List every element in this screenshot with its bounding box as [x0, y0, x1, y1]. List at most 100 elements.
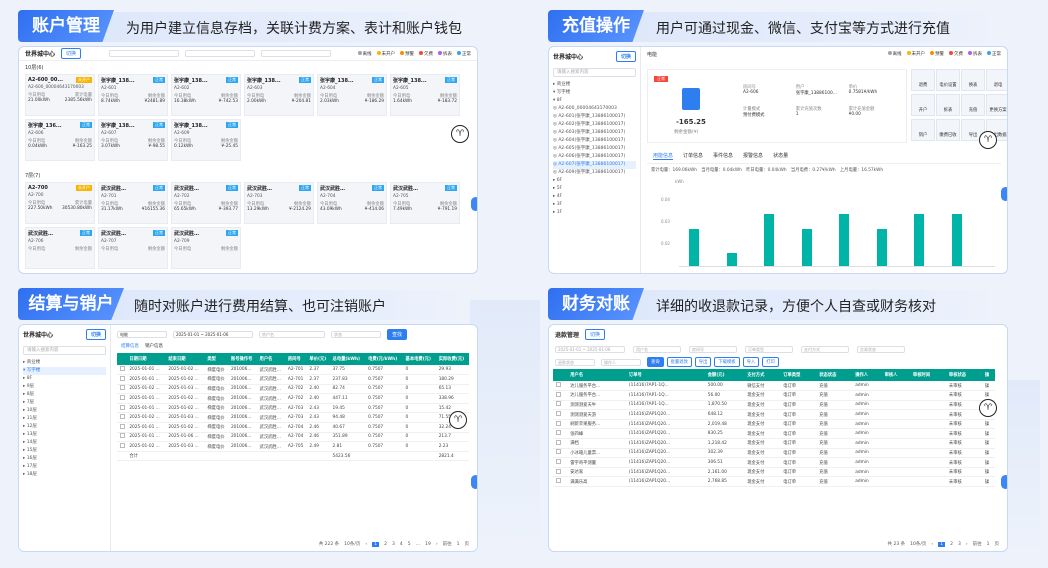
- table-row[interactable]: 满满乐高 (11416)ZAP1Q20... 2,768.85 现金支付 电订单 充值 ad…: [553, 476, 995, 488]
- meter-card[interactable]: 张宇康_138... 正常 A2-605 今日用电 剩余金额 1.64kWh ¥-183.7…: [390, 74, 460, 116]
- collapse-handle[interactable]: [471, 197, 477, 211]
- column-header[interactable]: 基本电费(元): [402, 353, 436, 365]
- column-header[interactable]: 用户名: [567, 369, 626, 381]
- tree-node[interactable]: ▸ 14层: [23, 439, 106, 447]
- checkbox[interactable]: [120, 366, 125, 372]
- checkbox[interactable]: [120, 375, 125, 381]
- action-button[interactable]: 缴费已收: [936, 119, 960, 141]
- tree-node[interactable]: ▸ 10层: [23, 407, 106, 415]
- row-checkbox[interactable]: [117, 403, 127, 414]
- column-header[interactable]: 审核时间: [909, 369, 946, 381]
- tree-node[interactable]: ◎ A2-605(张宇康_13886100017): [553, 145, 636, 153]
- page-number[interactable]: 2: [950, 542, 953, 547]
- table-row[interactable]: 测测测爱天游 (11416)ZAP1Q20... 648.12 现金支付 电订单 充值 ad…: [553, 409, 995, 420]
- type-select[interactable]: 电能: [117, 330, 167, 338]
- checkbox[interactable]: [120, 385, 125, 391]
- refund-status-select[interactable]: 退款状态: [555, 358, 595, 366]
- row-checkbox[interactable]: [553, 448, 568, 459]
- tree-node[interactable]: ◎ A2-601(张宇康_13886100017): [553, 113, 636, 121]
- table-row[interactable]: 达儿服务平台... (11416)7AP1-1Q... 500.00 微信支付 电订单充…: [553, 381, 995, 392]
- checkbox[interactable]: [120, 395, 125, 401]
- column-header[interactable]: 用户名: [256, 353, 285, 365]
- toolbar-button[interactable]: 打印: [762, 357, 779, 367]
- page-number[interactable]: 1: [372, 541, 380, 547]
- meter-card[interactable]: A2-700 未开户 A2-700 今日用电 累计电量 227.50kWh 30530.80…: [25, 182, 95, 224]
- tree-node[interactable]: ▸ 11层: [23, 415, 106, 423]
- switch-button[interactable]: 切换: [615, 51, 636, 62]
- action-button[interactable]: 充值: [961, 94, 985, 116]
- tab-energy[interactable]: 用能信息: [653, 152, 674, 160]
- toolbar-button[interactable]: 批量退款: [666, 357, 692, 367]
- page-size-select[interactable]: 10条/页: [344, 541, 360, 547]
- search-input[interactable]: 请输入搜索内容: [553, 68, 636, 77]
- checkbox[interactable]: [556, 382, 561, 388]
- checkbox[interactable]: [120, 423, 125, 429]
- tree-node[interactable]: ▸ 15层: [23, 447, 106, 455]
- search-button[interactable]: 查找: [387, 328, 408, 340]
- switch-button[interactable]: 切换: [85, 329, 106, 340]
- meter-card[interactable]: 武汉武胜… 正常 A2-703 今日用电 剩余金额 13.29kWh ¥-2124.29: [244, 182, 314, 224]
- switch-button[interactable]: 切换: [585, 329, 606, 340]
- tree-node[interactable]: ◎ A2-607(张宇康_13886100017): [553, 161, 636, 169]
- tree-node[interactable]: ▸ 8F: [23, 375, 106, 383]
- meter-card[interactable]: A2-600_00... 未开户 A2-600_00004643170003 今日用电…: [25, 74, 95, 116]
- action-button[interactable]: 拆表: [936, 94, 960, 116]
- meter-card[interactable]: 张宇康_138... 正常 A2-603 今日用电 剩余金额 2.00kWh ¥-204.8…: [244, 74, 314, 116]
- table-row[interactable]: 刷新苹果服务... (11416)ZAP1Q20... 2,019.48 现金支付 电订…: [553, 419, 995, 430]
- action-button[interactable]: 退费: [911, 69, 935, 91]
- meter-card[interactable]: 武汉武胜… 正常 A2-709 今日用电 剩余金额: [171, 227, 241, 269]
- tree-node[interactable]: ▸ 16层: [23, 455, 106, 463]
- table-row[interactable]: 2025-01-01 ... 2025-01-02 ... 梯度电价 201006..…: [117, 393, 469, 404]
- row-checkbox[interactable]: [553, 419, 568, 430]
- page-number[interactable]: 2: [384, 542, 387, 547]
- column-header[interactable]: 审核状态: [945, 369, 982, 381]
- prev-page-button[interactable]: ‹: [365, 542, 367, 547]
- filter-field[interactable]: 2025-01-01 ~ 2025-01-06: [555, 346, 625, 353]
- action-button[interactable]: 更换方案: [986, 94, 1007, 116]
- tree-node[interactable]: ◎ A2-606(张宇康_13886100017): [553, 153, 636, 161]
- tree-node[interactable]: ◎ A2-602(张宇康_13886100017): [553, 121, 636, 129]
- row-checkbox[interactable]: [117, 422, 127, 433]
- page-size-select[interactable]: 10条/页: [910, 541, 926, 547]
- collapse-handle[interactable]: [1001, 475, 1007, 489]
- tree-node[interactable]: ▸ 1F: [553, 209, 636, 217]
- column-header[interactable]: 电费(元/kWh): [365, 353, 403, 365]
- page-number[interactable]: …: [416, 542, 421, 547]
- action-button[interactable]: 换表: [961, 69, 985, 91]
- table-row[interactable]: 雷宇奇平测量 (11416)ZAP1Q20... 306.51 现金支付 电订单 充值 ad…: [553, 457, 995, 468]
- table-row[interactable]: 张四峰 (11416)ZAP1Q20... 830.25 现金支付 电订单 充值 admin…: [553, 428, 995, 440]
- operator-select[interactable]: 操作人: [601, 358, 641, 366]
- meter-card[interactable]: 张宇康_136... 正常 A2-606 今日用电 剩余金额 0.04kWh ¥-163.2…: [25, 119, 95, 161]
- tree-node[interactable]: ▸ 3F: [553, 201, 636, 209]
- collapse-handle[interactable]: [1001, 187, 1007, 201]
- table-row[interactable]: 安达家 (11416)ZAP1Q20... 2,161.00 现金支付 电订单 充值 adm…: [553, 467, 995, 478]
- row-checkbox[interactable]: [553, 476, 568, 488]
- row-checkbox[interactable]: [553, 428, 568, 440]
- tree-node[interactable]: ◎ A2-604(张宇康_13886100017): [553, 137, 636, 145]
- checkbox[interactable]: [556, 468, 561, 474]
- search-input[interactable]: 请输入搜索内容: [23, 346, 106, 355]
- table-row[interactable]: 2025-01-01 ... 2025-01-02 ... 梯度电价 201006..…: [117, 374, 469, 385]
- column-header[interactable]: [117, 353, 127, 365]
- status-select[interactable]: [261, 50, 332, 57]
- checkbox[interactable]: [120, 443, 125, 449]
- next-page-button[interactable]: ›: [966, 542, 968, 547]
- tree-node[interactable]: ▸ 9层: [23, 383, 106, 391]
- filter-field[interactable]: 用户名: [633, 346, 681, 353]
- tree-node[interactable]: ▸ 商业楼: [553, 81, 636, 89]
- meter-card[interactable]: 武汉武胜… 正常 A2-705 今日用电 剩余金额 7.49kWh ¥-791.19: [390, 182, 460, 224]
- column-header[interactable]: [553, 369, 568, 381]
- action-button[interactable]: 退电: [986, 69, 1007, 91]
- row-checkbox[interactable]: [117, 384, 127, 395]
- filter-select[interactable]: [185, 50, 256, 57]
- assistant-icon[interactable]: ♈: [979, 399, 997, 417]
- table-row[interactable]: 2025-01-02 ... 2025-01-03 ... 梯度电价 201006..…: [117, 384, 469, 395]
- tree-node[interactable]: ▾ 8F: [553, 97, 636, 105]
- meter-card[interactable]: 张宇康_138... 正常 A2-601 今日用电 剩余金额 8.74kWh ¥2481.8…: [98, 74, 168, 116]
- row-checkbox[interactable]: [117, 374, 127, 385]
- column-header[interactable]: 房间号: [284, 353, 307, 365]
- column-header[interactable]: 金额(元): [704, 369, 745, 381]
- collapse-handle[interactable]: [471, 475, 477, 489]
- page-number[interactable]: 3: [392, 542, 395, 547]
- checkbox[interactable]: [120, 433, 125, 439]
